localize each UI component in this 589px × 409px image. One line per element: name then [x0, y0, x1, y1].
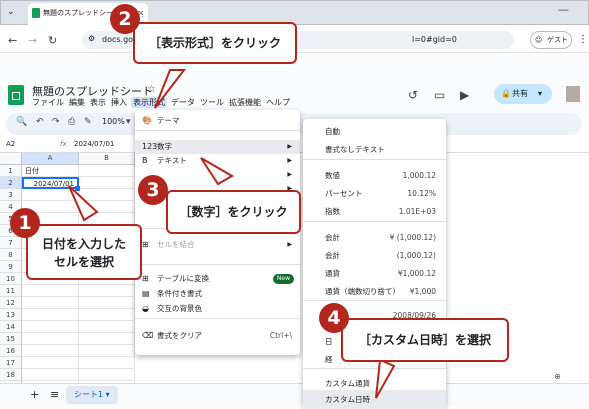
callout-1: 日付を入力した セルを選択 — [26, 224, 142, 280]
step-badge-4: 4 — [319, 303, 349, 333]
arrow-1 — [68, 185, 99, 222]
step-badge-3: 3 — [138, 175, 168, 205]
callout-3: ［数字］をクリック — [166, 190, 301, 234]
callout-4: ［カスタム日時］を選択 — [341, 318, 509, 362]
step-badge-1: 1 — [10, 208, 40, 238]
step-badge-2: 2 — [110, 4, 140, 34]
arrow-4 — [375, 358, 396, 399]
callout-2: ［表示形式］をクリック — [133, 22, 297, 64]
arrow-3 — [200, 157, 235, 186]
arrow-2 — [154, 69, 187, 109]
